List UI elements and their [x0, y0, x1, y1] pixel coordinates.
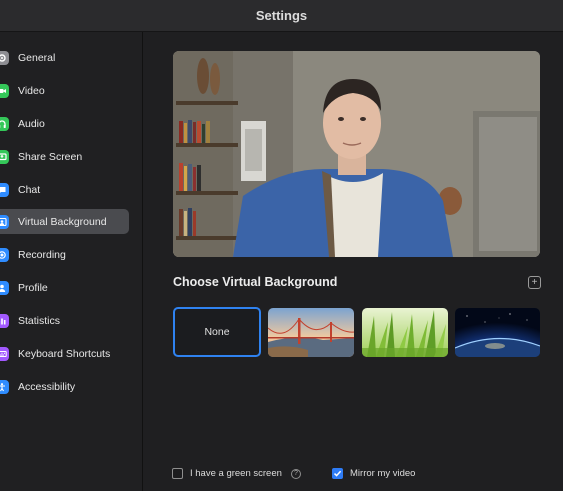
- sidebar-item-label: Video: [18, 84, 45, 97]
- sidebar-item-label: Virtual Background: [18, 215, 107, 228]
- green-screen-checkbox[interactable]: [172, 468, 183, 479]
- help-icon[interactable]: ?: [290, 468, 301, 479]
- sidebar-item-label: Share Screen: [18, 150, 83, 163]
- sidebar-item-profile[interactable]: Profile: [0, 275, 129, 300]
- mirror-video-option: Mirror my video: [332, 468, 415, 479]
- checkmark-icon: [333, 470, 342, 477]
- sidebar-item-label: Recording: [18, 248, 66, 261]
- sidebar-item-label: Keyboard Shortcuts: [18, 347, 111, 360]
- add-background-button[interactable]: +: [528, 276, 541, 289]
- virtual-background-icon: [0, 214, 9, 229]
- video-camera-icon: [0, 83, 9, 98]
- camera-preview-image: [173, 51, 540, 257]
- sidebar-item-share-screen[interactable]: Share Screen: [0, 144, 129, 169]
- mirror-video-label: Mirror my video: [350, 468, 416, 479]
- settings-sidebar: General Video Audio Share Screen Chat Vi…: [0, 32, 143, 491]
- sidebar-item-accessibility[interactable]: Accessibility: [0, 374, 129, 399]
- accessibility-icon: [0, 379, 9, 394]
- green-screen-label: I have a green screen: [190, 468, 282, 479]
- share-screen-icon: [0, 149, 9, 164]
- sidebar-item-recording[interactable]: Recording: [0, 242, 129, 267]
- sidebar-item-label: Statistics: [18, 314, 61, 327]
- sidebar-item-label: Accessibility: [18, 380, 76, 393]
- sidebar-item-statistics[interactable]: Statistics: [0, 308, 129, 333]
- sidebar-item-label: Chat: [18, 183, 41, 196]
- chat-bubble-icon: [0, 182, 9, 197]
- window-title: Settings: [255, 8, 308, 23]
- grass-image: [362, 308, 448, 357]
- keyboard-icon: [0, 346, 9, 361]
- record-icon: [0, 247, 9, 262]
- sidebar-item-label: Audio: [18, 117, 45, 130]
- camera-preview: [173, 51, 540, 257]
- bar-chart-icon: [0, 313, 9, 328]
- mirror-video-checkbox[interactable]: [332, 468, 343, 479]
- sidebar-item-label: Profile: [18, 281, 48, 294]
- virtual-background-panel: Choose Virtual Background + None I have …: [143, 32, 563, 491]
- sidebar-item-audio[interactable]: Audio: [0, 111, 129, 136]
- earth-from-space-image: [455, 308, 540, 357]
- plus-icon: +: [531, 276, 538, 288]
- green-screen-option: I have a green screen ?: [172, 468, 301, 479]
- golden-gate-bridge-image: [268, 308, 354, 357]
- background-option-none[interactable]: None: [173, 307, 261, 357]
- background-option-label: None: [204, 326, 230, 338]
- sidebar-item-video[interactable]: Video: [0, 78, 129, 103]
- headphones-icon: [0, 116, 9, 131]
- title-bar: Settings: [0, 0, 563, 32]
- sidebar-item-virtual-background[interactable]: Virtual Background: [0, 209, 129, 234]
- gear-icon: [0, 50, 9, 65]
- sidebar-item-chat[interactable]: Chat: [0, 177, 129, 202]
- section-title: Choose Virtual Background: [173, 275, 338, 289]
- sidebar-item-label: General: [18, 51, 56, 64]
- person-icon: [0, 280, 9, 295]
- background-option-golden-gate[interactable]: [268, 308, 354, 357]
- sidebar-item-keyboard-shortcuts[interactable]: Keyboard Shortcuts: [0, 341, 129, 366]
- background-option-grass[interactable]: [362, 308, 448, 357]
- background-option-earth[interactable]: [455, 308, 540, 357]
- sidebar-item-general[interactable]: General: [0, 45, 129, 70]
